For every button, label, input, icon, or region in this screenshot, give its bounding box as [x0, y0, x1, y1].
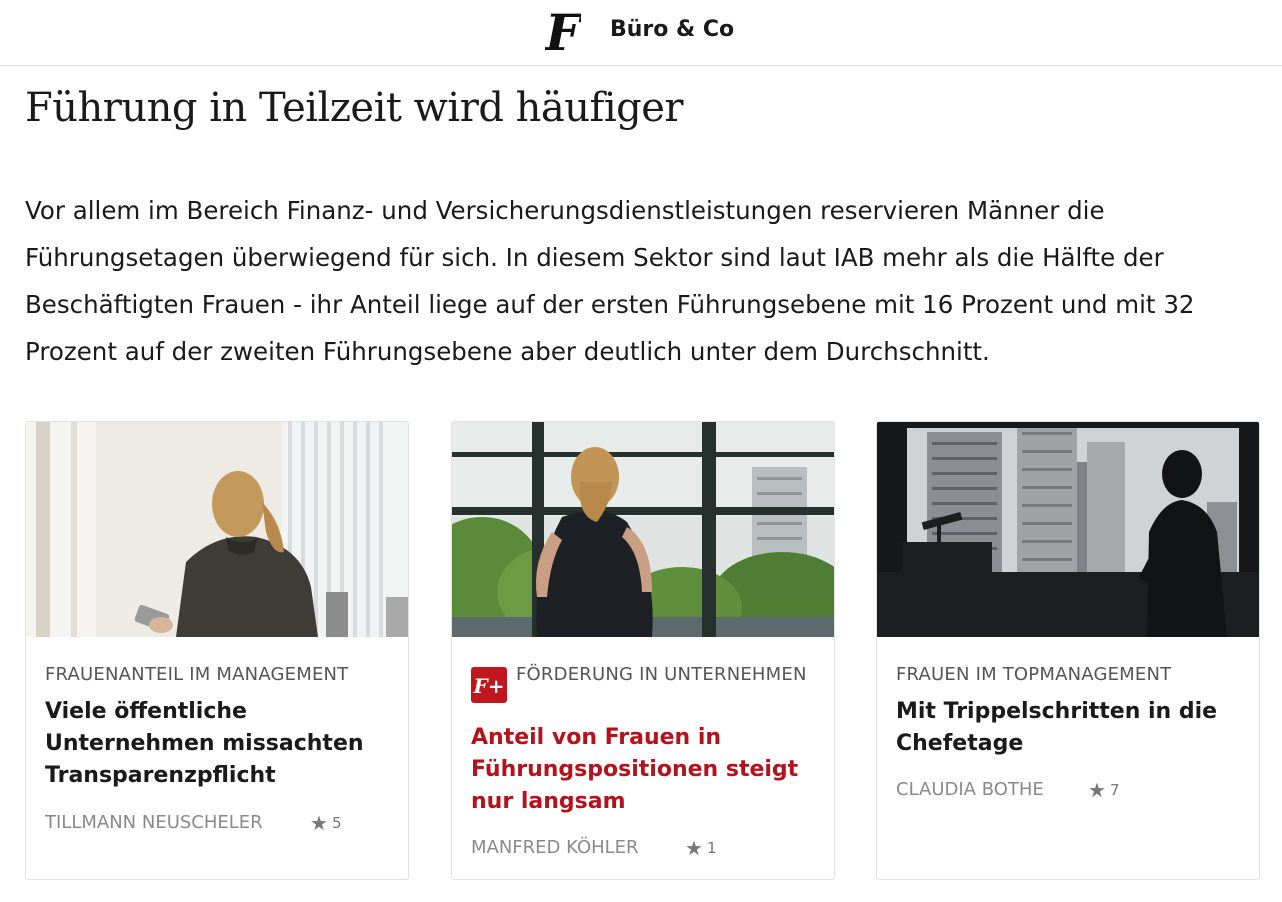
teaser-title[interactable]: Anteil von Frauen in Führungspositionen … — [471, 722, 816, 818]
teaser-image[interactable] — [452, 422, 834, 637]
photo-skyline-silhouette-icon — [877, 422, 1259, 637]
premium-badge: F+ — [471, 667, 507, 703]
star-icon: ★ — [685, 836, 703, 860]
teaser-image[interactable] — [26, 422, 408, 637]
teaser-kicker[interactable]: FRAUEN IM TOPMANAGEMENT — [896, 662, 1171, 687]
rating-count: 1 — [706, 839, 717, 857]
article-paragraph: Vor allem im Bereich Finanz- und Versich… — [25, 196, 1195, 366]
photo-woman-with-phone-icon — [26, 422, 408, 637]
teaser-kicker[interactable]: FÖRDERUNG IN UNTERNEHMEN — [516, 662, 816, 687]
svg-text:F+: F+ — [473, 674, 505, 698]
teaser-card-1[interactable]: FRAUENANTEIL IM MANAGEMENT Viele öffentl… — [25, 421, 409, 880]
article-headline: Führung in Teilzeit wird häufiger — [25, 85, 684, 131]
photo-woman-at-window-icon — [452, 422, 834, 637]
teaser-author[interactable]: MANFRED KÖHLER — [471, 837, 639, 859]
svg-text:F: F — [545, 4, 581, 60]
teaser-rating: ★ 5 — [310, 812, 341, 834]
star-icon: ★ — [310, 811, 328, 835]
faz-logo-icon[interactable]: F — [545, 4, 581, 60]
star-icon: ★ — [1088, 778, 1106, 802]
teaser-rating: ★ 7 — [1088, 779, 1119, 801]
teaser-card-3[interactable]: FRAUEN IM TOPMANAGEMENT Mit Trippelschri… — [876, 421, 1260, 880]
teaser-meta: MANFRED KÖHLER ★ 1 — [471, 837, 716, 859]
f-plus-icon: F+ — [473, 674, 505, 698]
site-header: F Büro & Co — [0, 0, 1282, 66]
rating-count: 5 — [331, 814, 342, 832]
teaser-author[interactable]: TILLMANN NEUSCHELER — [45, 812, 263, 834]
teaser-rating: ★ 1 — [685, 837, 716, 859]
teaser-title[interactable]: Viele öffentliche Unternehmen missachten… — [45, 696, 390, 792]
teaser-card-2[interactable]: F+ FÖRDERUNG IN UNTERNEHMEN Anteil von F… — [451, 421, 835, 880]
section-name[interactable]: Büro & Co — [610, 16, 734, 44]
teaser-meta: TILLMANN NEUSCHELER ★ 5 — [45, 812, 341, 834]
teaser-kicker[interactable]: FRAUENANTEIL IM MANAGEMENT — [45, 662, 348, 687]
teaser-title[interactable]: Mit Trippelschritten in die Chefetage — [896, 696, 1241, 760]
teaser-meta: CLAUDIA BOTHE ★ 7 — [896, 779, 1119, 801]
teaser-image[interactable] — [877, 422, 1259, 637]
rating-count: 7 — [1109, 781, 1120, 799]
teaser-author[interactable]: CLAUDIA BOTHE — [896, 779, 1044, 801]
